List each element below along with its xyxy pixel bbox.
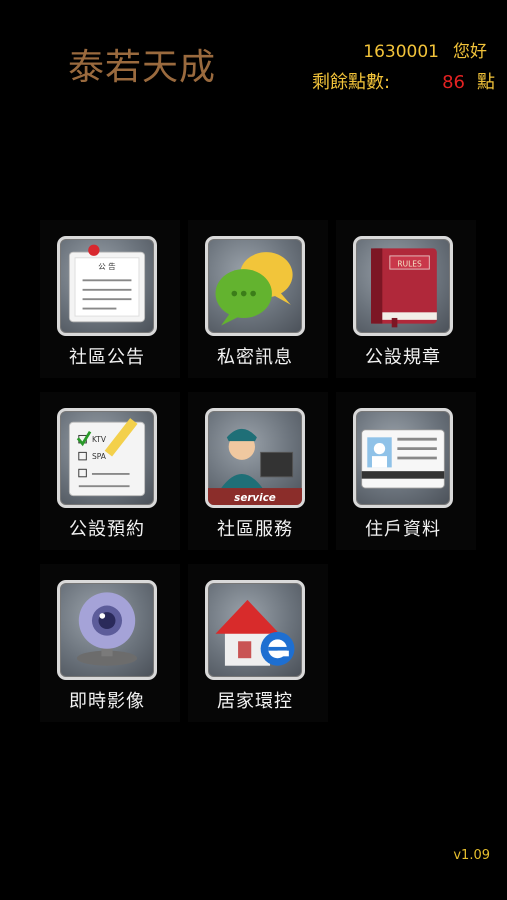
points-label: 剩餘點數: <box>312 72 391 93</box>
user-greeting: 1630001 您好 <box>363 37 487 62</box>
menu-item-label: 公設預約 <box>69 519 145 540</box>
menu-item-label: 公設規章 <box>365 347 441 368</box>
menu-item-label: 住戶資料 <box>365 519 441 540</box>
points-unit: 點 <box>477 72 495 93</box>
svg-text:service: service <box>234 492 276 504</box>
svg-text:RULES: RULES <box>397 259 422 268</box>
menu-item-community-notice[interactable]: 公 告 社區公告 <box>40 220 180 378</box>
smart-home-icon <box>205 580 305 680</box>
menu-item-facility-rules[interactable]: RULES 公設規章 <box>336 220 476 378</box>
reservation-checklist-icon: KTV SPA <box>57 408 157 508</box>
rules-book-icon: RULES <box>353 236 453 336</box>
menu-item-label: 居家環控 <box>217 691 293 712</box>
id-card-icon <box>353 408 453 508</box>
chat-bubbles-icon <box>205 236 305 336</box>
menu-item-facility-reservation[interactable]: KTV SPA 公設預約 <box>40 392 180 550</box>
menu-item-live-video[interactable]: 即時影像 <box>40 564 180 722</box>
menu-item-label: 社區公告 <box>69 347 145 368</box>
svg-text:KTV: KTV <box>92 435 107 444</box>
menu-item-private-message[interactable]: 私密訊息 <box>188 220 328 378</box>
app-version: v1.09 <box>453 848 490 863</box>
menu-item-label: 私密訊息 <box>217 347 293 368</box>
svg-text:SPA: SPA <box>92 452 107 461</box>
greeting-text: 您好 <box>453 42 487 62</box>
menu-item-community-service[interactable]: service 社區服務 <box>188 392 328 550</box>
menu-item-label: 即時影像 <box>69 691 145 712</box>
points-display: 剩餘點數: 86 點 <box>312 68 495 94</box>
user-id: 1630001 <box>363 42 439 62</box>
app-title: 泰若天成 <box>68 47 217 88</box>
points-value: 86 <box>442 72 465 93</box>
menu-item-resident-info[interactable]: 住戶資料 <box>336 392 476 550</box>
menu-item-label: 社區服務 <box>217 519 293 540</box>
menu-item-home-control[interactable]: 居家環控 <box>188 564 328 722</box>
webcam-icon <box>57 580 157 680</box>
service-agent-icon: service <box>205 408 305 508</box>
svg-text:公 告: 公 告 <box>98 261 116 271</box>
bulletin-board-icon: 公 告 <box>57 236 157 336</box>
